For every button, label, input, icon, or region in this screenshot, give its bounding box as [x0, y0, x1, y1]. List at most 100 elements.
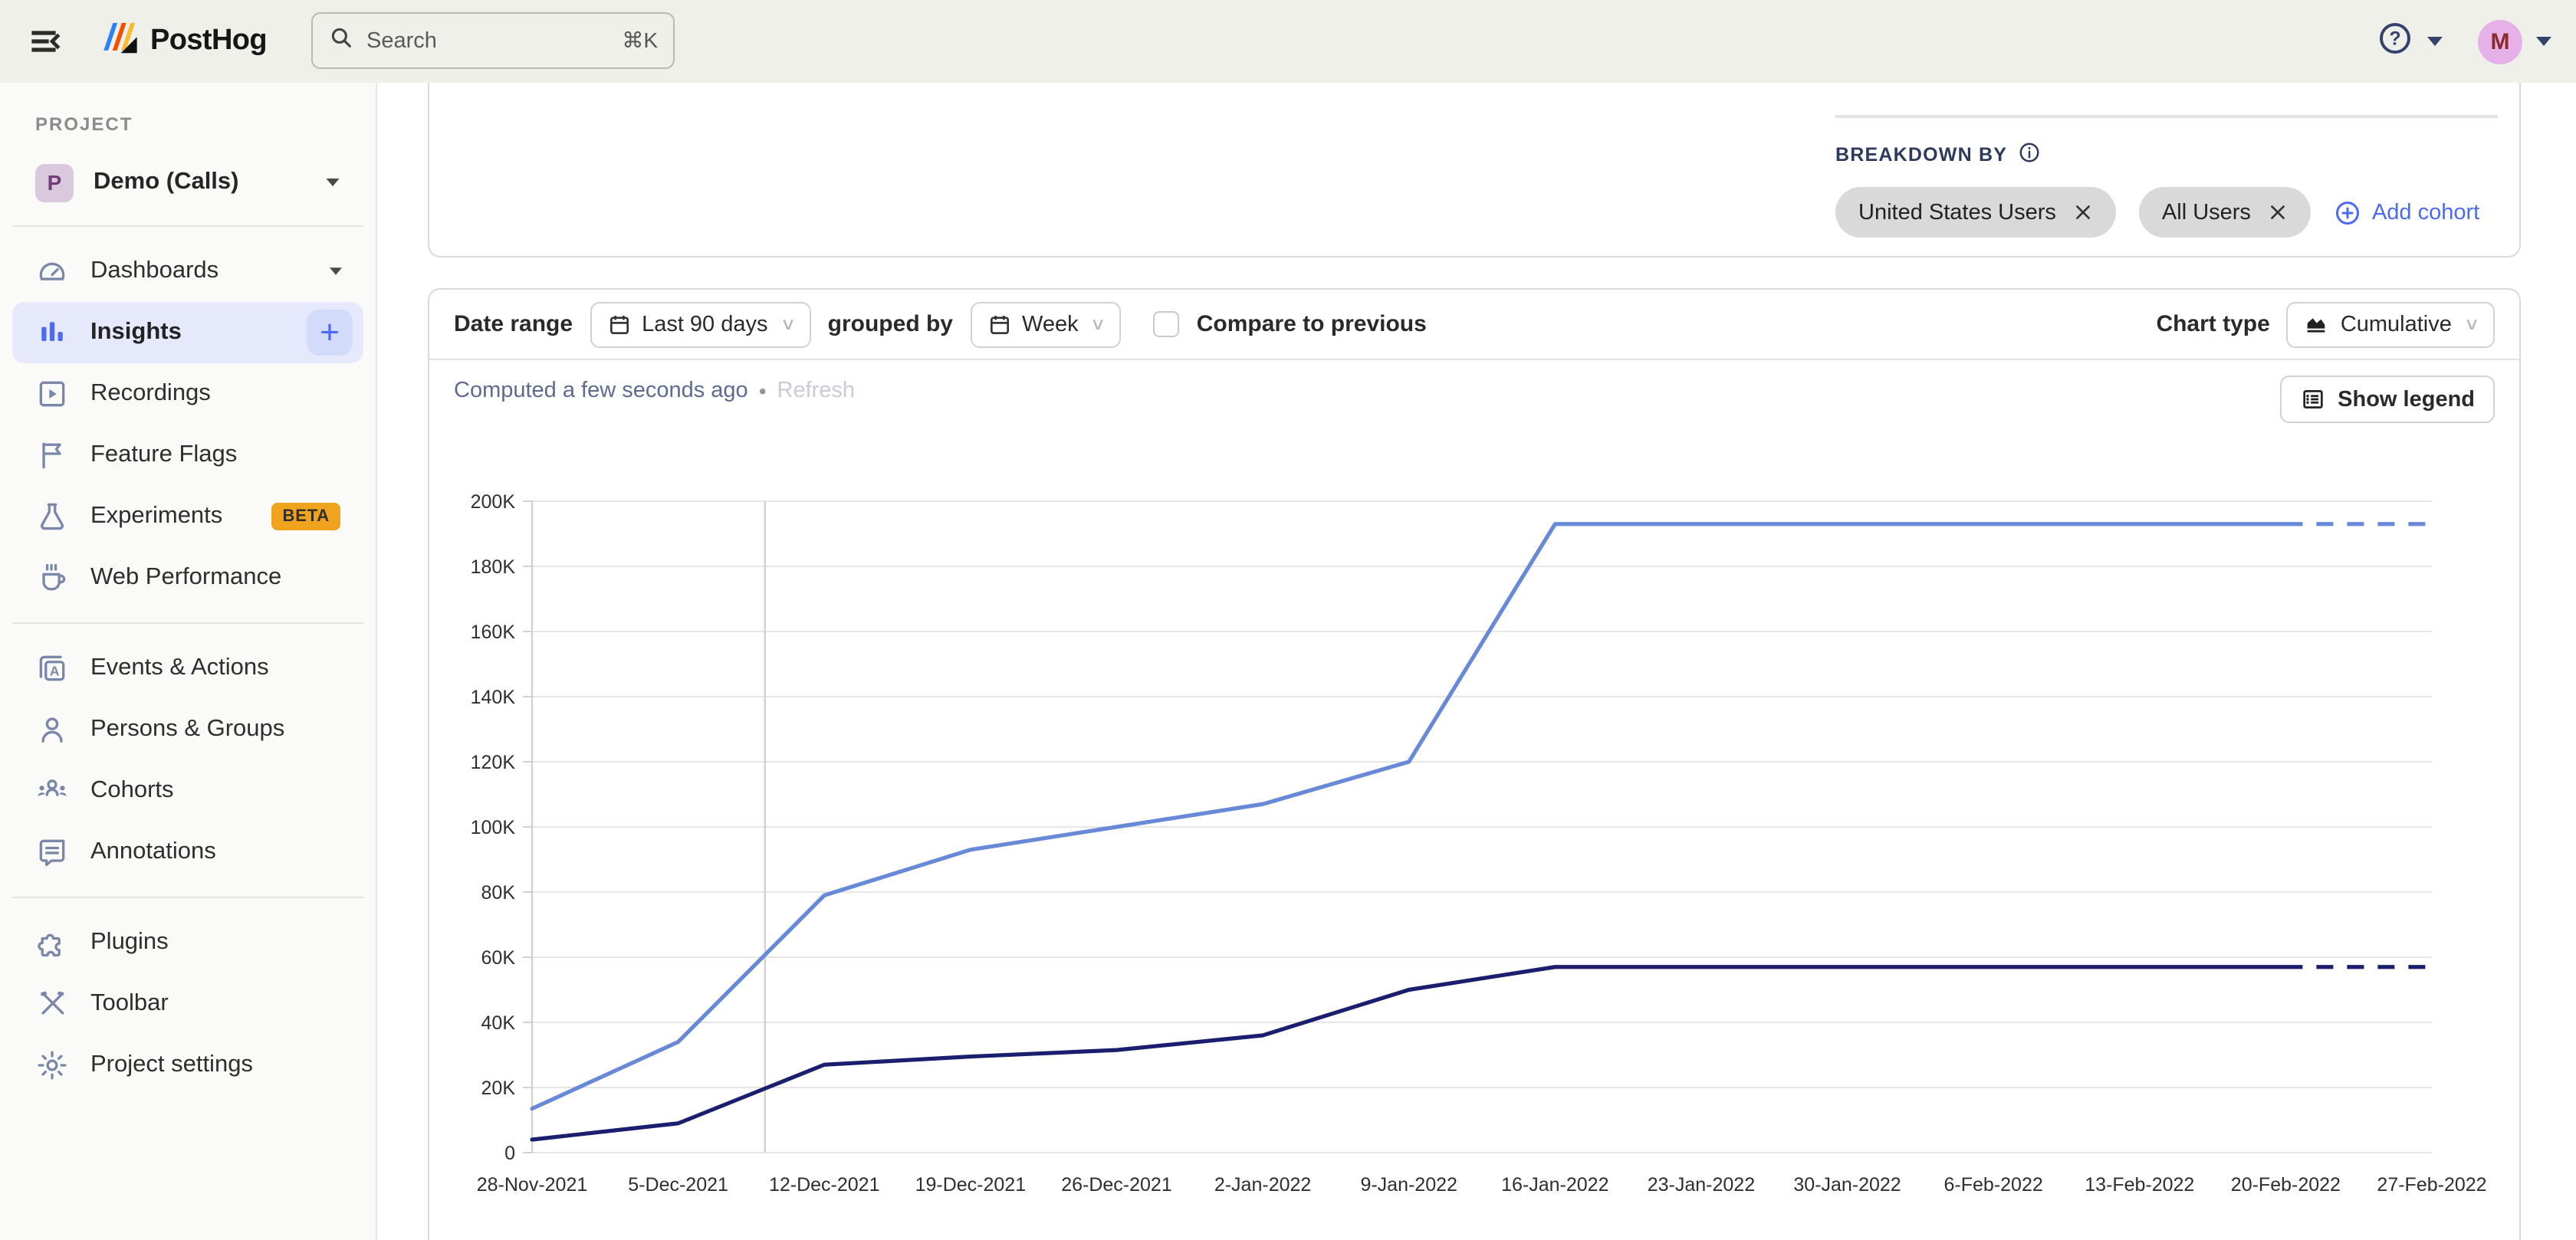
- compare-checkbox[interactable]: [1154, 311, 1180, 337]
- sidebar-item-label: Experiments: [90, 503, 222, 530]
- x-axis-tick-label: 23-Jan-2022: [1648, 1174, 1755, 1196]
- sidebar-item-cohorts[interactable]: Cohorts: [12, 760, 363, 822]
- y-axis-tick-label: 20K: [481, 1078, 516, 1099]
- close-icon[interactable]: [2268, 202, 2288, 222]
- y-axis-tick-label: 200K: [471, 491, 516, 513]
- series-dark-navy-line: [532, 967, 2285, 1140]
- toolbar-icon: [35, 987, 69, 1021]
- sidebar-item-events-actions[interactable]: A Events & Actions: [12, 638, 363, 699]
- main-content: BREAKDOWN BY United States Users All User…: [377, 83, 2576, 1240]
- x-axis-tick-label: 9-Jan-2022: [1360, 1174, 1457, 1196]
- area-chart-icon: [2304, 311, 2330, 337]
- panel-divider: [1835, 115, 2498, 118]
- chevron-down-icon: ∨: [2463, 314, 2479, 334]
- gear-icon: [35, 1048, 69, 1082]
- events-icon: A: [35, 651, 69, 685]
- sidebar-item-recordings[interactable]: Recordings: [12, 363, 363, 425]
- sidebar-item-label: Dashboards: [90, 258, 219, 285]
- sidebar-item-toolbar[interactable]: Toolbar: [12, 973, 363, 1035]
- chevron-down-icon: ∨: [780, 314, 796, 334]
- new-insight-button[interactable]: +: [307, 310, 353, 356]
- project-section-label: PROJECT: [35, 113, 376, 135]
- show-legend-button[interactable]: Show legend: [2279, 376, 2495, 423]
- avatar[interactable]: M: [2478, 19, 2522, 64]
- plus-circle-icon: [2334, 198, 2361, 226]
- search-input[interactable]: Search ⌘K: [311, 12, 675, 69]
- info-icon[interactable]: [2018, 141, 2041, 169]
- sidebar-item-experiments[interactable]: Experiments BETA: [12, 486, 363, 547]
- chart-type-select[interactable]: Cumulative ∨: [2287, 301, 2495, 347]
- insight-card: Date range Last 90 days ∨ grouped by Wee…: [428, 288, 2521, 1240]
- dashboard-icon: [35, 254, 69, 288]
- posthog-logo[interactable]: PostHog: [98, 17, 267, 66]
- chevron-down-icon: [330, 267, 342, 275]
- sidebar-item-label: Web Performance: [90, 564, 281, 592]
- close-icon[interactable]: [2073, 202, 2093, 222]
- sidebar-divider: [12, 622, 363, 624]
- breakdown-by-label: BREAKDOWN BY: [1835, 141, 2498, 169]
- beta-badge: BETA: [272, 503, 340, 530]
- sidebar-item-insights[interactable]: Insights+: [12, 302, 363, 363]
- grouped-by-label: grouped by: [828, 311, 953, 337]
- x-axis-tick-label: 19-Dec-2021: [915, 1174, 1027, 1196]
- sidebar-collapse-icon[interactable]: [28, 23, 64, 60]
- help-menu-caret-icon[interactable]: [2427, 37, 2443, 46]
- sidebar-item-label: Events & Actions: [90, 654, 269, 682]
- x-axis-tick-label: 27-Feb-2022: [2377, 1174, 2486, 1196]
- sidebar-item-label: Feature Flags: [90, 441, 237, 469]
- y-axis-tick-label: 80K: [481, 882, 516, 904]
- x-axis-tick-label: 16-Jan-2022: [1501, 1174, 1608, 1196]
- help-icon[interactable]: ?: [2377, 19, 2413, 64]
- calendar-icon: [987, 312, 1011, 336]
- refresh-link[interactable]: Refresh: [777, 379, 856, 403]
- x-axis-tick-label: 6-Feb-2022: [1944, 1174, 2043, 1196]
- insight-query-card: BREAKDOWN BY United States Users All User…: [428, 83, 2521, 258]
- interval-select[interactable]: Week ∨: [970, 301, 1122, 347]
- person-icon: [35, 713, 69, 746]
- search-icon: [328, 24, 354, 57]
- trends-chart[interactable]: 200K180K160K140K120K100K80K60K40K20K028-…: [460, 478, 2519, 1219]
- project-switcher[interactable]: P Demo (Calls): [18, 153, 357, 212]
- project-caret-icon: [327, 179, 340, 186]
- sidebar-item-persons-groups[interactable]: Persons & Groups: [12, 699, 363, 760]
- sidebar-item-annotations[interactable]: Annotations: [12, 822, 363, 883]
- y-axis-tick-label: 160K: [471, 622, 516, 643]
- y-axis-tick-label: 60K: [481, 947, 516, 969]
- sidebar-item-label: Project settings: [90, 1051, 253, 1079]
- top-right-controls: ? M: [2377, 0, 2551, 83]
- date-range-select[interactable]: Last 90 days ∨: [590, 301, 811, 347]
- cohort-pill[interactable]: All Users: [2139, 187, 2311, 238]
- sidebar: PROJECT P Demo (Calls) Dashboards Insight…: [0, 83, 377, 1240]
- chevron-down-icon: ∨: [1090, 314, 1106, 334]
- sidebar-item-web-performance[interactable]: Web Performance: [12, 547, 363, 609]
- sidebar-item-label: Plugins: [90, 929, 169, 956]
- x-axis-tick-label: 26-Dec-2021: [1061, 1174, 1172, 1196]
- cohort-pill-label: United States Users: [1858, 200, 2056, 225]
- y-axis-tick-label: 100K: [471, 817, 516, 838]
- search-shortcut: ⌘K: [622, 28, 658, 54]
- insights-icon: [35, 316, 69, 349]
- y-axis-tick-label: 40K: [481, 1012, 516, 1034]
- svg-text:?: ?: [2389, 27, 2400, 48]
- sidebar-item-project-settings[interactable]: Project settings: [12, 1035, 363, 1096]
- add-cohort-button[interactable]: Add cohort: [2334, 198, 2479, 226]
- cohort-pill-row: United States Users All Users Add cohort: [1835, 187, 2498, 238]
- x-axis-tick-label: 2-Jan-2022: [1214, 1174, 1311, 1196]
- cohort-pill[interactable]: United States Users: [1835, 187, 2116, 238]
- sidebar-item-plugins[interactable]: Plugins: [12, 912, 363, 973]
- account-menu-caret-icon[interactable]: [2536, 37, 2551, 46]
- project-avatar: P: [35, 163, 74, 202]
- sidebar-item-label: Recordings: [90, 380, 211, 408]
- sidebar-divider: [12, 897, 363, 898]
- sidebar-item-dashboards[interactable]: Dashboards: [12, 241, 363, 302]
- x-axis-tick-label: 28-Nov-2021: [477, 1174, 588, 1196]
- calendar-icon: [606, 312, 631, 336]
- sidebar-item-feature-flags[interactable]: Feature Flags: [12, 425, 363, 486]
- computation-status-row: Computed a few seconds ago • Refresh Sho…: [429, 360, 2519, 422]
- y-axis-tick-label: 120K: [471, 752, 516, 773]
- y-axis-tick-label: 0: [504, 1143, 515, 1164]
- cohort-pill-label: All Users: [2162, 200, 2251, 225]
- recordings-icon: [35, 377, 69, 411]
- compare-label: Compare to previous: [1197, 311, 1427, 337]
- x-axis-tick-label: 13-Feb-2022: [2085, 1174, 2194, 1196]
